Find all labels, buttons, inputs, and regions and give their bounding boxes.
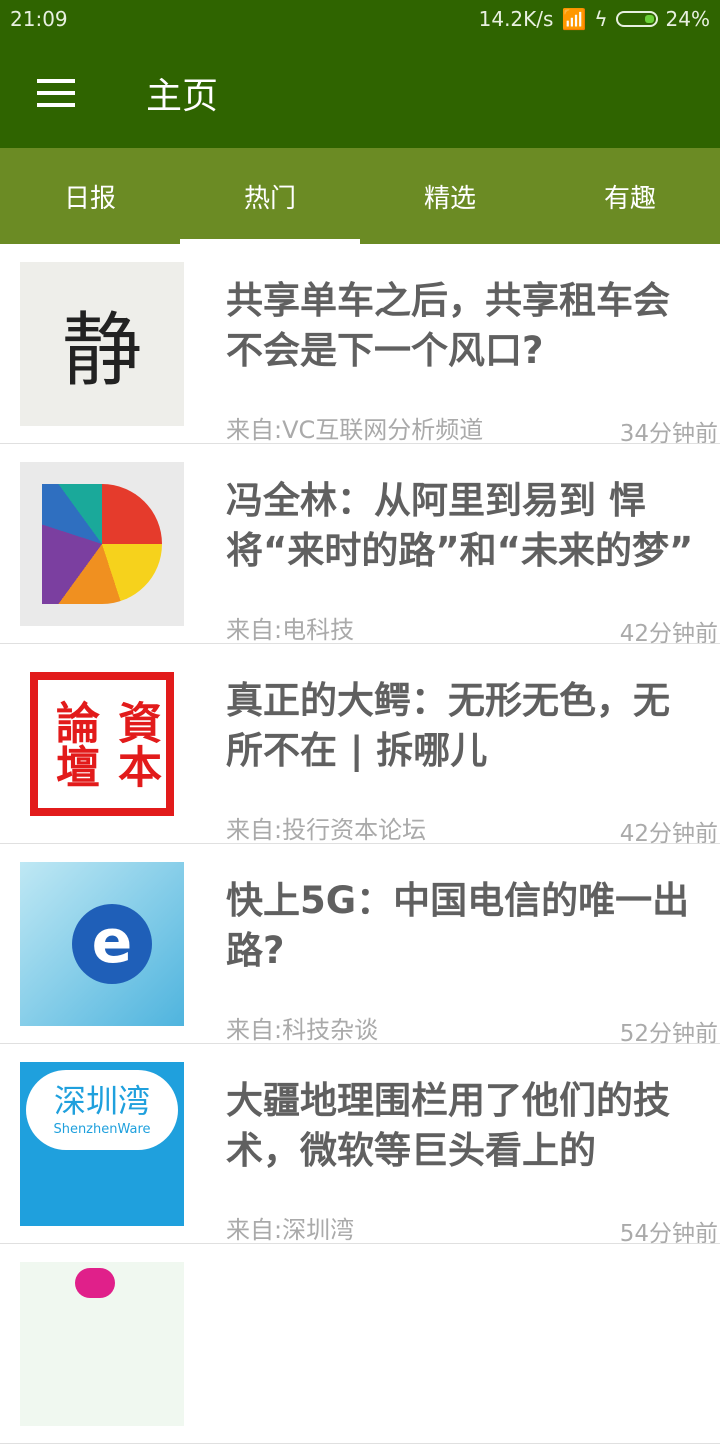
list-item[interactable]: 資本論壇 真正的大鳄：无形无色，无所不在 | 拆哪儿 来自:投行资本论坛 42分…	[0, 644, 720, 847]
tab-featured[interactable]: 精选	[360, 148, 540, 244]
thumb-text: 深圳湾	[53, 1082, 150, 1120]
status-bar: 21:09 14.2K/s 📶 ϟ 24%	[0, 0, 720, 38]
menu-icon[interactable]	[37, 79, 75, 107]
toolbar: 主页	[0, 38, 720, 148]
list-item[interactable]: 深圳湾 ShenzhenWare 大疆地理围栏用了他们的技术，微软等巨头看上的 …	[0, 1044, 720, 1247]
tab-daily[interactable]: 日报	[0, 148, 180, 244]
article-time: 54分钟前	[619, 1221, 718, 1247]
tab-bar: 日报 热门 精选 有趣	[0, 148, 720, 244]
article-thumbnail	[20, 462, 184, 626]
article-title: 快上5G：中国电信的唯一出路?	[226, 879, 690, 972]
wifi-icon: 📶	[561, 7, 587, 31]
article-title: 真正的大鳄：无形无色，无所不在 | 拆哪儿	[226, 679, 670, 772]
article-thumbnail	[20, 1262, 184, 1426]
battery-level: 24%	[665, 7, 710, 31]
article-title: 冯全林：从阿里到易到 悍将“来时的路”和“未来的梦”	[226, 479, 694, 572]
article-thumbnail: e	[20, 862, 184, 1026]
list-item[interactable]	[0, 1244, 720, 1444]
thumb-text: 論壇	[48, 700, 99, 788]
thumb-text: 資本	[110, 700, 161, 788]
article-thumbnail: 資本論壇	[20, 662, 184, 826]
article-thumbnail: 深圳湾 ShenzhenWare	[20, 1062, 184, 1226]
article-title: 共享单车之后，共享租车会不会是下一个风口?	[226, 279, 670, 372]
article-time: 42分钟前	[619, 821, 718, 847]
battery-icon	[615, 11, 658, 27]
page-title: 主页	[146, 76, 219, 117]
article-time: 34分钟前	[619, 421, 718, 447]
article-list: 静 共享单车之后，共享租车会不会是下一个风口? 来自:VC互联网分析频道 34分…	[0, 244, 720, 1444]
article-thumbnail: 静	[20, 262, 184, 426]
list-item[interactable]: 冯全林：从阿里到易到 悍将“来时的路”和“未来的梦” 来自:电科技 42分钟前	[0, 444, 720, 647]
article-source: 来自:电科技	[226, 616, 355, 644]
thumb-text: ShenzhenWare	[53, 1122, 151, 1137]
list-item[interactable]: e 快上5G：中国电信的唯一出路? 来自:科技杂谈 52分钟前	[0, 844, 720, 1047]
article-source: 来自:VC互联网分析频道	[226, 416, 484, 444]
status-time: 21:09	[10, 7, 68, 31]
article-source: 来自:投行资本论坛	[226, 816, 427, 844]
lightning-icon: ϟ	[594, 7, 608, 31]
article-title: 大疆地理围栏用了他们的技术，微软等巨头看上的	[226, 1079, 670, 1172]
article-time: 52分钟前	[619, 1021, 718, 1047]
thumb-text: 静	[62, 304, 142, 397]
tab-fun[interactable]: 有趣	[540, 148, 720, 244]
network-speed: 14.2K/s	[478, 7, 554, 31]
article-source: 来自:深圳湾	[226, 1216, 355, 1244]
article-time: 42分钟前	[619, 621, 718, 647]
list-item[interactable]: 静 共享单车之后，共享租车会不会是下一个风口? 来自:VC互联网分析频道 34分…	[0, 244, 720, 447]
article-source: 来自:科技杂谈	[226, 1016, 379, 1044]
tab-hot[interactable]: 热门	[180, 148, 360, 244]
